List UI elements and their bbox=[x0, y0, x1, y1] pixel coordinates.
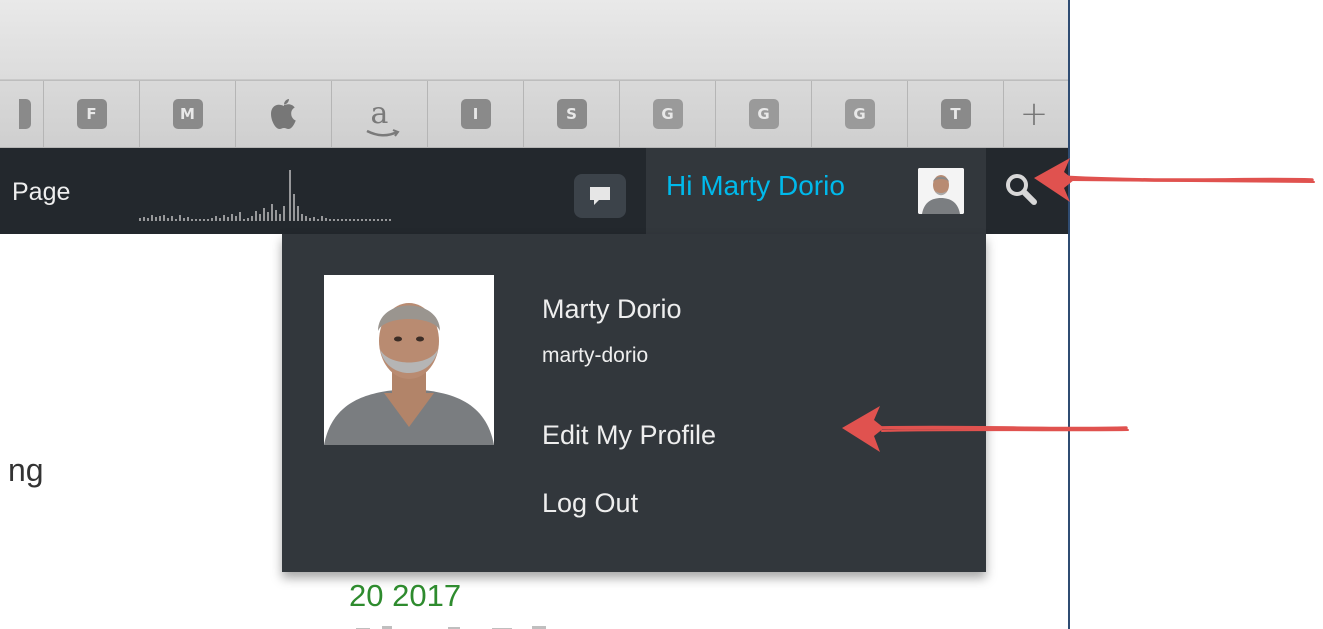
profile-photo-image bbox=[324, 275, 494, 445]
stats-sparkline[interactable] bbox=[138, 166, 394, 224]
bookmark-t[interactable]: T bbox=[908, 81, 1004, 147]
profile-photo[interactable] bbox=[324, 275, 494, 445]
plus-icon: + bbox=[1019, 94, 1049, 134]
bookmark-partial[interactable] bbox=[0, 81, 44, 147]
bookmark-g1[interactable]: G bbox=[620, 81, 716, 147]
bookmark-i[interactable]: I bbox=[428, 81, 524, 147]
browser-toolbar bbox=[0, 0, 1068, 80]
avatar[interactable] bbox=[918, 168, 964, 214]
amazon-icon: a bbox=[365, 96, 400, 137]
avatar-small-image bbox=[918, 168, 964, 214]
bookmark-t-icon: T bbox=[940, 99, 971, 129]
edit-profile-link[interactable]: Edit My Profile bbox=[542, 420, 716, 451]
post-date: 20 2017 bbox=[349, 578, 462, 613]
bookmark-s-icon: S bbox=[556, 99, 587, 129]
amazon-letter: a bbox=[370, 96, 389, 131]
window-edge bbox=[1068, 0, 1070, 629]
profile-display-name[interactable]: Marty Dorio bbox=[542, 294, 682, 325]
bookmark-f[interactable]: F bbox=[44, 81, 140, 147]
bookmark-apple[interactable] bbox=[236, 81, 332, 147]
bookmark-m-icon: M bbox=[172, 99, 203, 129]
comments-button[interactable] bbox=[574, 174, 626, 218]
add-bookmark-button[interactable]: + bbox=[1004, 81, 1064, 147]
bookmark-partial-icon bbox=[19, 99, 31, 129]
bookmark-g3[interactable]: G bbox=[812, 81, 908, 147]
bookmark-i-icon: I bbox=[460, 99, 491, 129]
bookmark-amazon[interactable]: a bbox=[332, 81, 428, 147]
annotation-arrow-edit-profile bbox=[842, 406, 1129, 452]
bookmarks-bar: F M a I S G G G T + bbox=[0, 80, 1068, 148]
admin-bar-page-link[interactable]: Page bbox=[12, 178, 70, 207]
comment-icon bbox=[590, 187, 610, 205]
apple-icon bbox=[270, 99, 296, 129]
bookmark-g2[interactable]: G bbox=[716, 81, 812, 147]
profile-username: marty-dorio bbox=[542, 344, 649, 367]
bookmark-f-icon: F bbox=[76, 99, 107, 129]
annotation-arrow-search bbox=[1034, 158, 1315, 202]
logout-link[interactable]: Log Out bbox=[542, 488, 638, 519]
partial-text-line bbox=[352, 618, 612, 629]
partial-heading: ng bbox=[8, 452, 44, 488]
bookmark-m[interactable]: M bbox=[140, 81, 236, 147]
bookmark-g3-icon: G bbox=[844, 99, 875, 129]
bookmark-s[interactable]: S bbox=[524, 81, 620, 147]
bookmark-g2-icon: G bbox=[748, 99, 779, 129]
bookmark-g1-icon: G bbox=[652, 99, 683, 129]
howdy-greeting[interactable]: Hi Marty Dorio bbox=[666, 170, 845, 202]
